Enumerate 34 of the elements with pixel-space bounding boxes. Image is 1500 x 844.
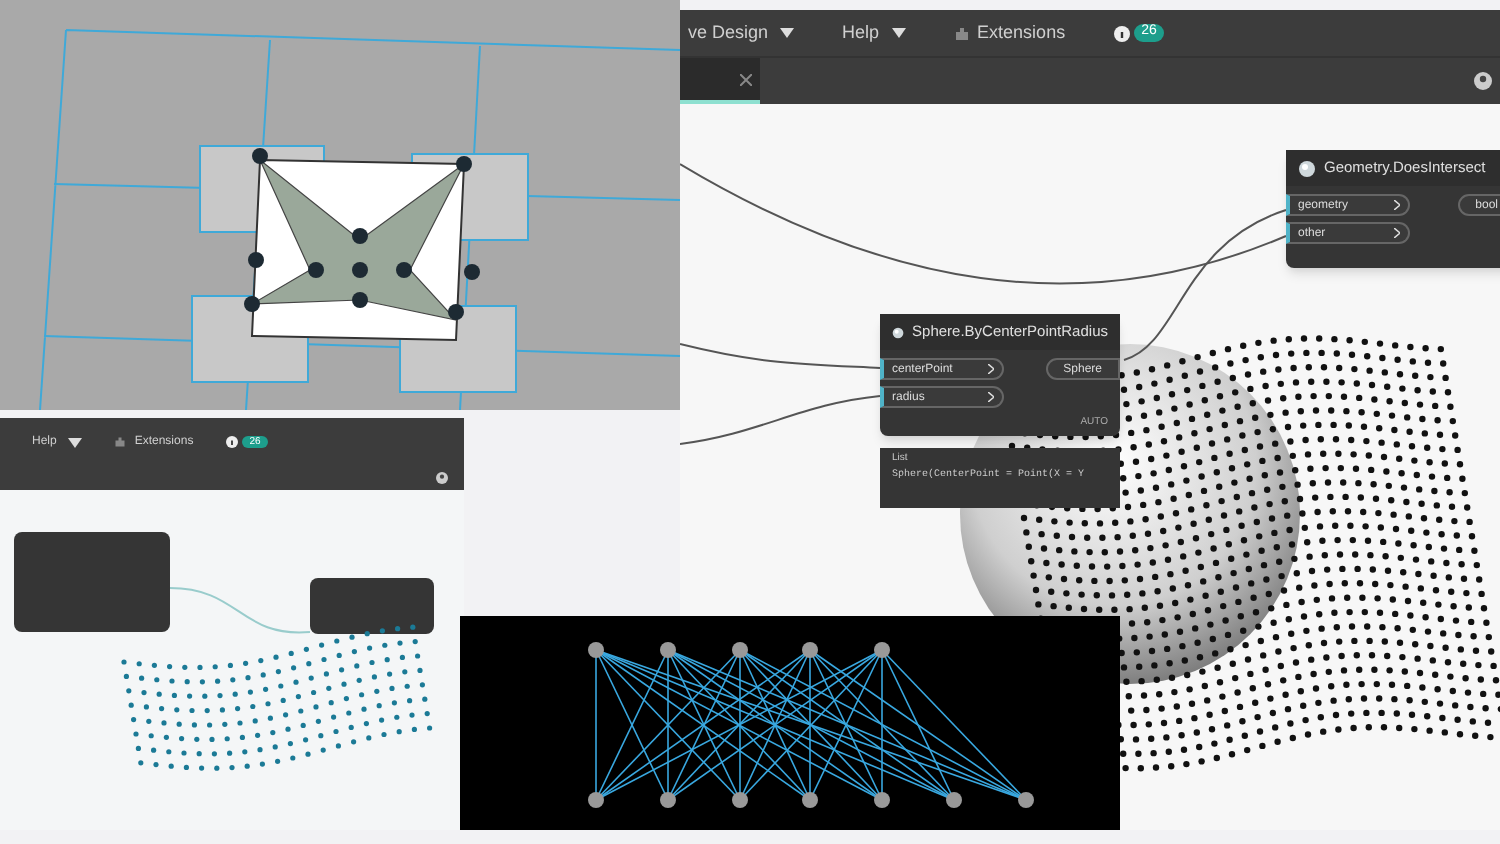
graph-node [1018,792,1034,808]
graph-node [874,642,890,658]
graph-node [588,792,604,808]
close-icon[interactable] [740,73,752,85]
graph-node [732,792,748,808]
node-card[interactable] [14,532,170,632]
graph-node [660,792,676,808]
node-icon [1298,159,1316,177]
extensions-menu[interactable]: Extensions [977,19,1066,47]
chevron-icon [1394,200,1400,210]
graph-node [732,642,748,658]
caret-icon [780,28,795,38]
node-card[interactable] [310,578,434,634]
graph-node [802,792,818,808]
graph-node [946,792,962,808]
puzzle-icon [953,25,970,41]
chevron-icon [988,364,994,374]
node-icon [892,323,905,341]
puzzle-icon [114,436,127,448]
graph-node [802,642,818,658]
graph-node [588,642,604,658]
chevron-icon [1394,228,1400,238]
graph-node [660,642,676,658]
menu-item[interactable]: ve Design [688,19,795,47]
menu-item[interactable]: Help [842,19,906,47]
user-icon[interactable] [436,472,448,484]
caret-icon [68,437,83,447]
file-tab[interactable] [680,58,760,104]
user-icon[interactable] [1474,72,1492,90]
info-icon[interactable] [225,436,238,448]
caret-icon [891,28,906,38]
graph-node [874,792,890,808]
chevron-icon [988,392,994,402]
info-icon[interactable] [1113,25,1130,41]
